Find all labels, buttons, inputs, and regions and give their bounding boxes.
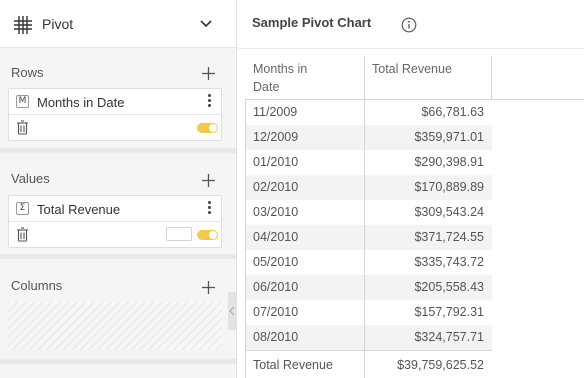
chevron-down-icon[interactable] <box>199 17 213 31</box>
table-row: 05/2010 $335,743.72 <box>245 250 492 275</box>
total-value: $39,759,625.52 <box>397 358 484 372</box>
revenue-cell: $290,398.91 <box>414 155 484 169</box>
add-row-plus-icon[interactable] <box>201 66 216 81</box>
revenue-cell: $359,971.01 <box>414 130 484 144</box>
trash-icon[interactable] <box>16 227 29 242</box>
table-row: 08/2010 $324,757.71 <box>245 325 492 350</box>
revenue-cell: $205,558.43 <box>414 280 484 294</box>
month-cell: 04/2010 <box>253 230 299 244</box>
values-field-card[interactable]: Σ Total Revenue <box>8 195 222 248</box>
month-cell: 06/2010 <box>253 280 299 294</box>
measure-badge: M <box>16 95 29 108</box>
revenue-cell: $324,757.71 <box>414 330 484 344</box>
columns-drop-zone[interactable] <box>8 302 222 350</box>
table-left-border <box>245 100 246 378</box>
columns-label: Columns <box>11 278 63 293</box>
values-label: Values <box>11 171 50 186</box>
month-cell: 03/2010 <box>253 205 299 219</box>
chart-type-selector[interactable]: Pivot <box>0 0 236 48</box>
table-header: Months in Date Total Revenue <box>245 56 584 100</box>
month-cell: 01/2010 <box>253 155 299 169</box>
trash-icon[interactable] <box>16 120 29 135</box>
rows-label: Rows <box>11 65 44 80</box>
revenue-cell: $157,792.31 <box>414 305 484 319</box>
collapse-panel-handle[interactable] <box>228 292 236 330</box>
revenue-cell: $170,889.89 <box>414 180 484 194</box>
chevron-left-icon <box>229 306 235 316</box>
pivot-editor: Pivot Rows M Months in Date Values Σ Tot… <box>0 0 584 378</box>
header-divider <box>237 48 584 49</box>
table-row: 03/2010 $309,543.24 <box>245 200 492 225</box>
month-cell: 07/2010 <box>253 305 299 319</box>
table-row: 01/2010 $290,398.91 <box>245 150 492 175</box>
values-section: Values Σ Total Revenue <box>0 153 236 254</box>
rows-field-card[interactable]: M Months in Date <box>8 88 222 141</box>
revenue-cell: $66,781.63 <box>421 105 484 119</box>
month-cell: 02/2010 <box>253 180 299 194</box>
field-name: Total Revenue <box>37 202 121 217</box>
column-separator <box>364 300 365 325</box>
table-body: 11/2009 $66,781.63 12/2009 $359,971.01 01/20… <box>245 100 584 350</box>
add-column-plus-icon[interactable] <box>201 280 216 295</box>
value-toggle[interactable] <box>197 230 218 240</box>
info-icon[interactable] <box>401 17 417 33</box>
table-row: 12/2009 $359,971.01 <box>245 125 492 150</box>
month-cell: 08/2010 <box>253 330 299 344</box>
chart-preview-panel: Sample Pivot Chart Months in Date Total … <box>236 0 584 378</box>
month-cell: 11/2009 <box>253 105 298 119</box>
table-row: 07/2010 $157,792.31 <box>245 300 492 325</box>
revenue-cell: $371,724.55 <box>414 230 484 244</box>
revenue-cell: $309,543.24 <box>414 205 484 219</box>
column-separator <box>364 351 365 378</box>
rows-section: Rows M Months in Date <box>0 49 236 148</box>
chart-type-label: Pivot <box>42 16 74 32</box>
column-separator <box>364 100 365 125</box>
column-separator <box>364 325 365 350</box>
grand-total-row: Total Revenue $39,759,625.52 <box>245 350 492 378</box>
column-separator <box>364 175 365 200</box>
columns-section: Columns <box>0 259 236 359</box>
column-separator <box>364 56 365 100</box>
column-separator <box>364 125 365 150</box>
table-row: 02/2010 $170,889.89 <box>245 175 492 200</box>
month-cell: 12/2009 <box>253 130 299 144</box>
row-toggle[interactable] <box>197 123 218 133</box>
more-options-icon[interactable] <box>208 201 212 216</box>
month-cell: 05/2010 <box>253 255 299 269</box>
column-separator <box>364 150 365 175</box>
column-separator <box>364 275 365 300</box>
column-header-revenue[interactable]: Total Revenue <box>372 60 452 78</box>
pivot-table: Months in Date Total Revenue 11/2009 $66,… <box>245 56 584 378</box>
column-separator <box>364 225 365 250</box>
column-separator <box>364 250 365 275</box>
sum-badge: Σ <box>16 202 29 215</box>
section-divider <box>0 359 236 364</box>
field-name: Months in Date <box>37 95 125 110</box>
color-picker[interactable] <box>166 227 192 241</box>
column-header-months[interactable]: Months in Date <box>253 60 333 96</box>
column-separator <box>364 200 365 225</box>
chart-title: Sample Pivot Chart <box>252 15 372 30</box>
more-options-icon[interactable] <box>208 94 212 109</box>
table-row: 06/2010 $205,558.43 <box>245 275 492 300</box>
total-label: Total Revenue <box>253 358 333 372</box>
revenue-cell: $335,743.72 <box>414 255 484 269</box>
table-row: 11/2009 $66,781.63 <box>245 100 492 125</box>
pivot-grid-icon <box>14 16 32 34</box>
add-value-plus-icon[interactable] <box>201 173 216 188</box>
table-row: 04/2010 $371,724.55 <box>245 225 492 250</box>
pivot-config-panel: Pivot Rows M Months in Date Values Σ Tot… <box>0 0 236 378</box>
column-separator <box>491 56 492 100</box>
